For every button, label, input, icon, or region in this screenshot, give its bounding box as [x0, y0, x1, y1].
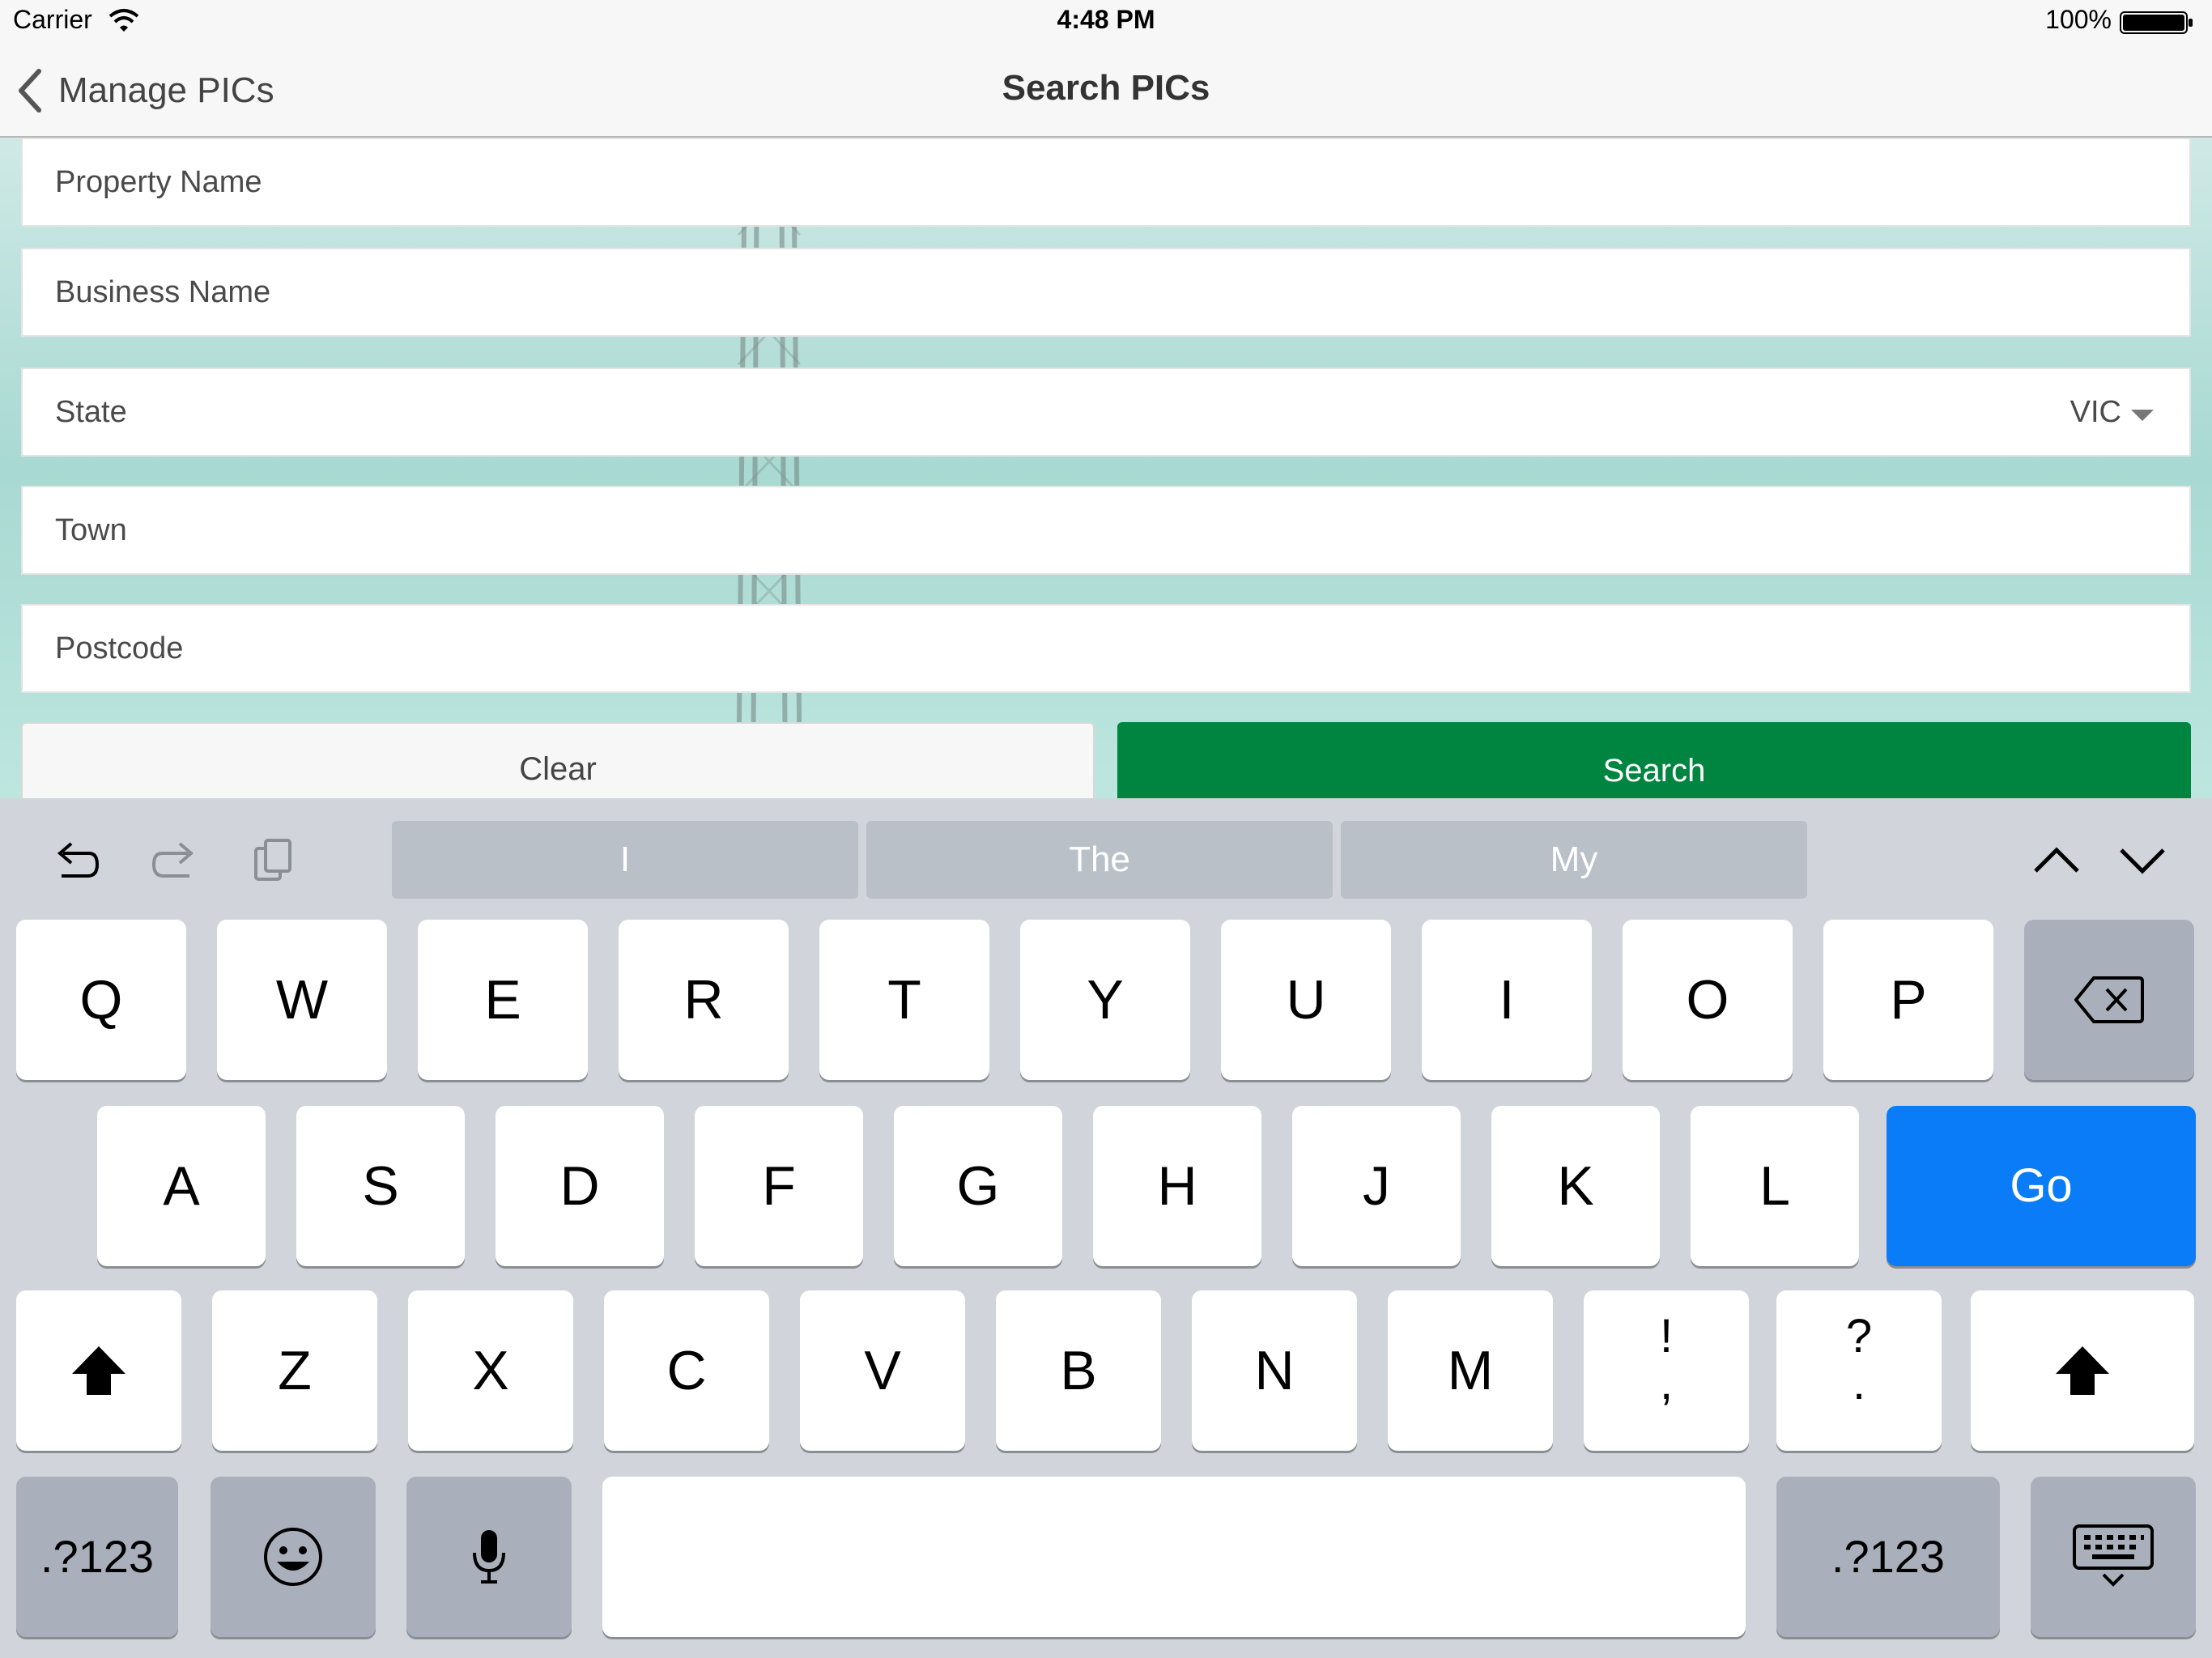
key-c[interactable]: C [604, 1290, 769, 1451]
undo-icon[interactable] [52, 835, 100, 884]
key-z[interactable]: Z [212, 1290, 377, 1451]
key-s[interactable]: S [296, 1106, 465, 1266]
property-name-field[interactable]: Property Name [21, 138, 2191, 227]
key-y[interactable]: Y [1020, 920, 1190, 1080]
key-comma: , [1659, 1357, 1674, 1409]
postcode-field[interactable]: Postcode [21, 604, 2191, 693]
state-value: VIC [2069, 394, 2121, 429]
shift-icon [72, 1346, 125, 1395]
search-button[interactable]: Search [1117, 722, 2191, 798]
key-k[interactable]: K [1491, 1106, 1660, 1266]
key-f[interactable]: F [695, 1106, 863, 1266]
suggestion-3[interactable]: My [1341, 821, 1807, 899]
key-r[interactable]: R [619, 920, 789, 1080]
key-g[interactable]: G [894, 1106, 1062, 1266]
on-screen-keyboard: I The My Q W E R T Y U I O P A S D F G H… [0, 798, 2212, 1658]
key-q[interactable]: Q [16, 920, 186, 1080]
shift-key-right[interactable] [1971, 1290, 2194, 1451]
property-name-placeholder: Property Name [55, 164, 262, 199]
key-t[interactable]: T [819, 920, 989, 1080]
business-name-field[interactable]: Business Name [21, 248, 2191, 337]
town-field[interactable]: Town [21, 486, 2191, 575]
background-tower-image [736, 138, 802, 798]
key-j[interactable]: J [1292, 1106, 1461, 1266]
key-question-period[interactable]: ? . [1776, 1290, 1942, 1451]
key-x[interactable]: X [408, 1290, 573, 1451]
chevron-down-icon[interactable] [2118, 835, 2167, 884]
suggestion-2[interactable]: The [866, 821, 1333, 899]
search-form-area: Property Name Business Name State VIC To… [0, 138, 2212, 798]
clock: 4:48 PM [1057, 5, 1155, 34]
numbers-key-left[interactable]: .?123 [16, 1477, 178, 1637]
key-p[interactable]: P [1823, 920, 1993, 1080]
backspace-key[interactable] [2024, 920, 2194, 1080]
chevron-up-icon[interactable] [2032, 835, 2081, 884]
key-h[interactable]: H [1093, 1106, 1261, 1266]
key-question: ? [1845, 1310, 1873, 1363]
key-i[interactable]: I [1422, 920, 1592, 1080]
page-title: Search PICs [1002, 68, 1210, 108]
key-b[interactable]: B [996, 1290, 1161, 1451]
shift-icon [2056, 1346, 2109, 1395]
dropdown-caret-icon [2131, 410, 2154, 421]
emoji-key[interactable] [211, 1477, 376, 1637]
key-w[interactable]: W [217, 920, 387, 1080]
state-select[interactable]: State VIC [21, 368, 2191, 457]
go-key[interactable]: Go [1887, 1106, 2196, 1266]
space-key[interactable] [602, 1477, 1746, 1637]
status-bar: Carrier 4:48 PM 100% [0, 0, 2212, 45]
battery-percent: 100% [2045, 5, 2112, 34]
suggestion-1[interactable]: I [392, 821, 858, 899]
keyboard-dismiss-icon [2073, 1524, 2154, 1587]
paste-icon[interactable] [251, 835, 300, 884]
microphone-key[interactable] [406, 1477, 572, 1637]
key-m[interactable]: M [1388, 1290, 1553, 1451]
key-l[interactable]: L [1691, 1106, 1859, 1266]
business-name-placeholder: Business Name [55, 274, 271, 309]
emoji-icon [264, 1528, 322, 1586]
key-period: . [1852, 1357, 1866, 1409]
key-a[interactable]: A [97, 1106, 266, 1266]
key-n[interactable]: N [1192, 1290, 1357, 1451]
key-e[interactable]: E [418, 920, 588, 1080]
microphone-icon [473, 1530, 505, 1584]
redo-icon[interactable] [151, 835, 199, 884]
keyboard-dismiss-key[interactable] [2031, 1477, 2196, 1637]
backspace-icon [2074, 976, 2144, 1023]
navigation-bar: Manage PICs Search PICs [0, 45, 2212, 138]
key-u[interactable]: U [1221, 920, 1391, 1080]
key-v[interactable]: V [800, 1290, 965, 1451]
state-label: State [55, 394, 127, 429]
battery-icon [2120, 11, 2193, 34]
town-placeholder: Town [55, 512, 127, 547]
shift-key-left[interactable] [16, 1290, 181, 1451]
key-exclamation-comma[interactable]: ! , [1584, 1290, 1749, 1451]
key-exclamation: ! [1659, 1310, 1674, 1363]
postcode-placeholder: Postcode [55, 631, 184, 665]
clear-button[interactable]: Clear [21, 722, 1095, 798]
numbers-key-right[interactable]: .?123 [1776, 1477, 2000, 1637]
key-d[interactable]: D [496, 1106, 664, 1266]
key-o[interactable]: O [1623, 920, 1793, 1080]
